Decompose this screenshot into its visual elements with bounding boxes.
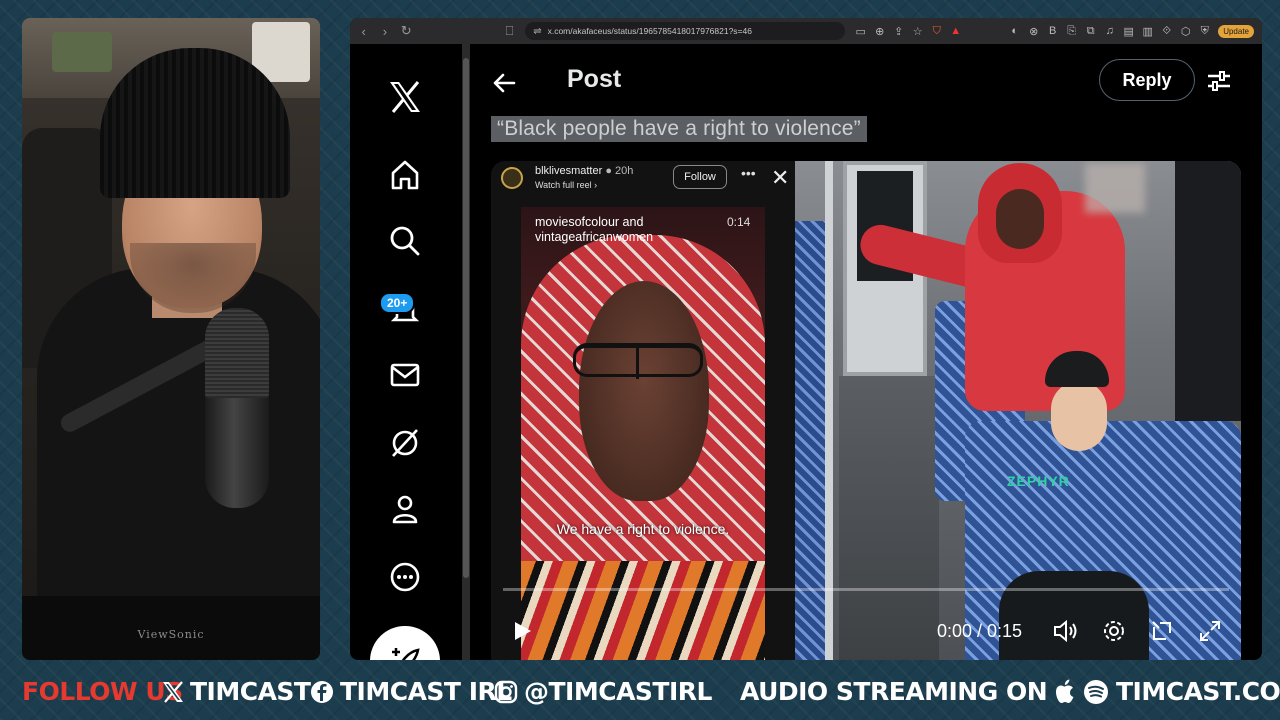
messages-icon[interactable] (384, 354, 426, 396)
more-icon[interactable] (384, 556, 426, 598)
back-nav-icon[interactable]: ‹ (358, 24, 369, 39)
microphone-grill (205, 308, 269, 398)
post-text: “Black people have a right to violence” (491, 116, 867, 142)
music-icon[interactable]: ♫ (1104, 25, 1115, 37)
profile-icon[interactable] (384, 488, 426, 530)
zoom-icon[interactable]: ⊕ (874, 25, 885, 38)
browser-window: ‹ › ↻ ⎕ ⇌ x.com/akafaceus/status/1965785… (350, 18, 1262, 660)
audio-streaming: AUDIO STREAMING ON (740, 677, 1109, 706)
vpn-icon[interactable]: ⛨ (1199, 25, 1210, 38)
facebook-icon (310, 680, 334, 704)
follow-us-label: FOLLOW US (22, 677, 183, 706)
star-icon[interactable]: ☆ (912, 25, 923, 38)
reel-caption: moviesofcolour and vintageafricanwomen (535, 215, 654, 244)
reel-age: 20h (615, 165, 634, 177)
reel-username[interactable]: blklivesmatter ● 20h (535, 165, 633, 177)
watch-full-reel-link[interactable]: Watch full reel › (535, 180, 597, 190)
reply-button[interactable]: Reply (1099, 59, 1195, 101)
search-icon[interactable] (384, 220, 426, 262)
blurred-area (1085, 163, 1145, 213)
forward-nav-icon[interactable]: › (379, 24, 390, 39)
page-title: Post (567, 65, 622, 93)
avatar[interactable] (501, 167, 523, 189)
passenger-shirt-logo: ZEPHYR (1007, 473, 1070, 489)
social-banner: FOLLOW US TIMCAST TIMCAST IRL @TIMCASTIR… (0, 667, 1280, 720)
train-floor (839, 376, 939, 660)
monitor-brand: ViewSonic (137, 628, 205, 641)
browser-toolbar: ‹ › ↻ ⎕ ⇌ x.com/akafaceus/status/1965785… (350, 18, 1262, 44)
instagram-icon (494, 680, 518, 704)
video-scrubber[interactable] (503, 588, 1229, 591)
settings-gear-icon[interactable] (1099, 616, 1129, 646)
address-bar[interactable]: ⇌ x.com/akafaceus/status/196578541801797… (525, 22, 846, 40)
instagram-handle-text: @TIMCASTIRL (524, 677, 712, 706)
apple-icon (1053, 679, 1077, 705)
feather-plus-icon (392, 648, 420, 660)
cast-icon[interactable]: ▭ (855, 25, 866, 38)
url-text[interactable]: x.com/akafaceus/status/19657854180179768… (548, 26, 752, 36)
reel-glasses (573, 343, 703, 379)
compose-post-button[interactable] (370, 626, 440, 660)
person-face (996, 189, 1044, 249)
share-icon[interactable]: ⇪ (893, 25, 904, 38)
video-time: 0:00 / 0:15 (937, 621, 1023, 641)
more-options-icon[interactable]: ••• (741, 165, 756, 181)
video-player[interactable]: blklivesmatter ● 20h Watch full reel › F… (491, 161, 1241, 660)
x-logo-icon[interactable] (384, 76, 426, 118)
extension-icon[interactable]: ⎘ (1066, 25, 1077, 38)
x-sidebar: 20+ (350, 44, 462, 660)
facebook-handle: TIMCAST IRL (310, 677, 512, 706)
grok-icon[interactable] (384, 422, 426, 464)
back-arrow-icon[interactable] (490, 68, 520, 98)
shelf-object (52, 32, 112, 72)
x-handle: TIMCAST (162, 677, 311, 706)
extension-icon[interactable]: ◐ (1009, 25, 1020, 37)
reel-header: blklivesmatter ● 20h Watch full reel › F… (491, 161, 795, 201)
reel-face (579, 281, 709, 501)
spotify-icon (1083, 679, 1109, 705)
reel-duration: 0:14 (727, 215, 751, 229)
reel-panel: blklivesmatter ● 20h Watch full reel › F… (491, 161, 795, 660)
verified-icon: ● (605, 165, 612, 177)
x-logo-icon (162, 680, 184, 703)
train-pole (825, 161, 833, 660)
x-handle-text: TIMCAST (190, 677, 311, 706)
follow-button[interactable]: Follow (673, 165, 727, 189)
facebook-handle-text: TIMCAST IRL (340, 677, 512, 706)
extension-icon[interactable]: ⟐ (1161, 25, 1172, 38)
train-window (1175, 161, 1241, 421)
fullscreen-icon[interactable] (1195, 616, 1225, 646)
webcam-feed: ViewSonic (22, 18, 320, 660)
extension-icon[interactable]: ⧉ (1085, 25, 1096, 38)
extensions-row: ▭ ⊕ ⇪ ☆ ⛉ ▲ ◐ ⊗ B ⎘ ⧉ ♫ ▤ ▥ ⟐ ⬡ ⛨ Update (855, 24, 1254, 38)
bookmark-icon[interactable]: ⎕ (504, 23, 515, 39)
reel-subtitle: We have a right to violence. (556, 521, 730, 537)
brave-shield-icon[interactable]: ⛉ (931, 25, 942, 38)
scrollbar-thumb[interactable] (463, 58, 469, 578)
picture-in-picture-icon[interactable] (1147, 616, 1177, 646)
volume-icon[interactable] (1051, 616, 1081, 646)
sidebar-toggle-icon[interactable]: ▥ (1142, 25, 1153, 38)
instagram-handle: @TIMCASTIRL (494, 677, 712, 706)
audio-streaming-text: AUDIO STREAMING ON (740, 677, 1048, 706)
reel-username-text: blklivesmatter (535, 165, 603, 177)
extension-icon[interactable]: B (1047, 25, 1058, 37)
website-label: TIMCAST.COM (1116, 677, 1280, 706)
notifications-badge: 20+ (379, 292, 416, 314)
home-icon[interactable] (384, 154, 426, 196)
wallet-icon[interactable]: ⬡ (1180, 25, 1191, 38)
rewards-icon[interactable]: ▲ (950, 25, 961, 37)
reel-scarf (521, 561, 765, 660)
passenger-head (1051, 381, 1107, 451)
reload-icon[interactable]: ↻ (401, 23, 412, 39)
filter-settings-icon[interactable] (1206, 68, 1232, 94)
extension-icon[interactable]: ▤ (1123, 25, 1134, 38)
update-button[interactable]: Update (1218, 24, 1254, 38)
extension-icon[interactable]: ⊗ (1028, 25, 1039, 38)
close-icon[interactable]: ✕ (771, 165, 789, 191)
site-info-icon[interactable]: ⇌ (533, 26, 541, 37)
play-icon[interactable] (507, 616, 537, 646)
